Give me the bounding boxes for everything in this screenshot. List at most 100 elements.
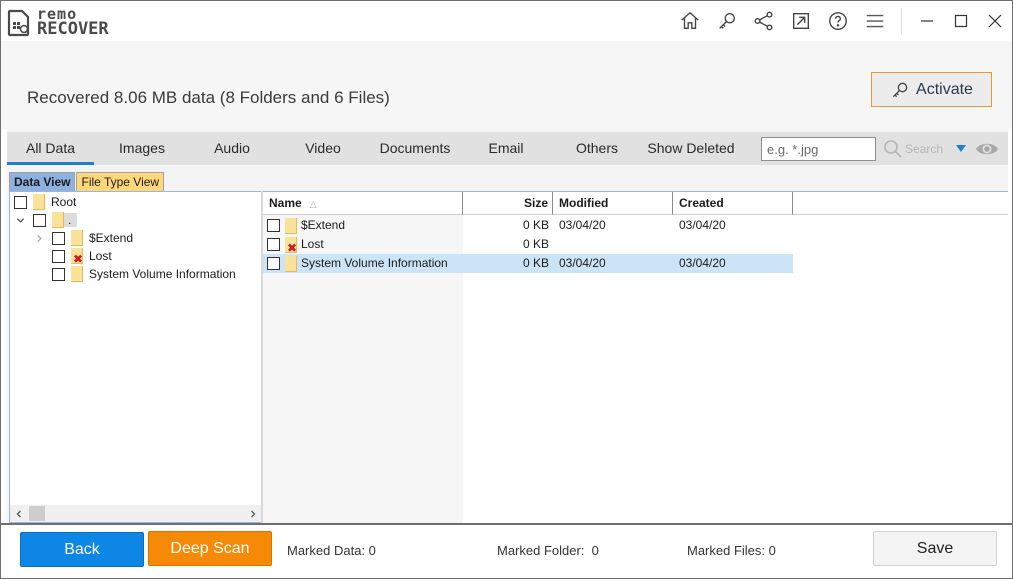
row-created: 03/04/20	[679, 256, 726, 270]
row-name: Lost	[301, 237, 324, 251]
summary-header: Recovered 8.06 MB data (8 Folders and 6 …	[1, 41, 1012, 129]
row-name: System Volume Information	[301, 256, 448, 270]
tree-item-lost[interactable]: ✖ Lost	[52, 247, 112, 265]
filter-dropdown-icon[interactable]	[956, 145, 966, 152]
tab-images[interactable]: Images	[102, 132, 182, 165]
tree-checkbox[interactable]	[52, 231, 65, 245]
marked-folder-label: Marked Folder:	[497, 543, 585, 558]
toolbar-divider	[901, 8, 902, 34]
category-tabs: All Data Images Audio Video Documents Em…	[7, 132, 1008, 165]
tree-item-label: Lost	[89, 249, 112, 263]
file-list: Name △ Size Modified Created $Extend 0 KB…	[263, 191, 1008, 523]
column-header-modified[interactable]: Modified	[553, 192, 673, 215]
tree-item-label: System Volume Information	[89, 267, 236, 281]
home-icon	[680, 11, 699, 30]
scroll-left-icon[interactable]	[10, 505, 27, 522]
tree-item-label: .	[64, 213, 78, 227]
tree-item-extend[interactable]: $Extend	[33, 229, 133, 247]
tree-checkbox[interactable]	[14, 195, 27, 209]
external-link-icon	[792, 12, 809, 30]
view-tabs: Data View File Type View	[9, 172, 165, 191]
scrollbar-thumb[interactable]	[29, 506, 45, 521]
list-row[interactable]: ✖ Lost 0 KB	[263, 235, 793, 254]
search-button[interactable]: Search	[883, 138, 943, 160]
results-panel: All Data Images Audio Video Documents Em…	[7, 129, 1008, 523]
row-checkbox[interactable]	[267, 219, 280, 232]
activate-label: Activate	[916, 80, 973, 98]
tree-item-label: Root	[51, 195, 77, 209]
marked-folder-value: 0	[591, 543, 599, 558]
tab-email[interactable]: Email	[475, 132, 537, 165]
column-header-size[interactable]: Size	[463, 192, 553, 215]
row-name: $Extend	[301, 218, 346, 232]
row-modified: 03/04/20	[559, 218, 606, 232]
folder-tree: Root . $Extend ✖ Lost System Volume Info…	[9, 191, 261, 523]
scroll-right-icon[interactable]	[244, 505, 261, 522]
eye-icon[interactable]	[975, 140, 999, 158]
tree-item-label: $Extend	[89, 231, 134, 245]
title-bar: remo RECOVER	[1, 1, 1012, 41]
row-size: 0 KB	[522, 237, 549, 251]
app-window: remo RECOVER Recovered 8.06 MB data (8 F…	[0, 0, 1013, 579]
home-button[interactable]	[671, 1, 708, 41]
tab-data-view[interactable]: Data View	[9, 172, 76, 191]
row-checkbox[interactable]	[267, 257, 280, 270]
list-row[interactable]: $Extend 0 KB 03/04/20 03/04/20	[263, 216, 793, 235]
tree-checkbox[interactable]	[52, 267, 65, 281]
back-button[interactable]: Back	[20, 532, 144, 567]
folder-icon	[71, 230, 83, 246]
sort-ascending-icon: △	[309, 199, 317, 209]
maximize-button[interactable]	[944, 1, 978, 41]
row-checkbox[interactable]	[267, 238, 280, 251]
close-button[interactable]	[978, 1, 1012, 41]
filter-input[interactable]	[761, 137, 876, 161]
deleted-folder-icon: ✖	[285, 237, 297, 254]
search-label: Search	[905, 142, 944, 156]
list-row-selected[interactable]: System Volume Information 0 KB 03/04/20 …	[263, 254, 793, 273]
tab-file-type-view[interactable]: File Type View	[76, 172, 165, 191]
folder-icon	[285, 218, 297, 234]
tab-show-deleted[interactable]: Show Deleted	[645, 132, 737, 165]
tree-item-dot[interactable]: .	[14, 211, 78, 229]
recovery-summary: Recovered 8.06 MB data (8 Folders and 6 …	[27, 88, 390, 107]
key-button[interactable]	[708, 1, 745, 41]
row-size: 0 KB	[522, 256, 549, 270]
search-icon	[884, 140, 902, 158]
footer-bar: Back Deep Scan Marked Data: 0 Marked Fol…	[1, 523, 1012, 578]
tab-documents[interactable]: Documents	[375, 132, 455, 165]
minimize-button[interactable]	[910, 1, 944, 41]
column-header-name[interactable]: Name △	[263, 192, 463, 215]
tree-item-system-volume-information[interactable]: System Volume Information	[52, 265, 236, 283]
row-created: 03/04/20	[679, 218, 726, 232]
menu-icon	[866, 14, 883, 28]
tree-item-root[interactable]: Root	[14, 193, 76, 211]
marked-files-stat: Marked Files: 0	[687, 543, 776, 558]
chevron-down-icon[interactable]	[14, 214, 26, 226]
menu-button[interactable]	[856, 1, 893, 41]
tree-checkbox[interactable]	[33, 213, 46, 227]
open-external-button[interactable]	[782, 1, 819, 41]
folder-icon	[33, 194, 45, 210]
maximize-icon	[954, 14, 968, 28]
tab-video[interactable]: Video	[287, 132, 359, 165]
help-button[interactable]	[819, 1, 856, 41]
tab-others[interactable]: Others	[562, 132, 632, 165]
share-button[interactable]	[745, 1, 782, 41]
tab-audio[interactable]: Audio	[197, 132, 267, 165]
chevron-right-icon[interactable]	[33, 232, 45, 244]
row-modified: 03/04/20	[559, 256, 606, 270]
tree-horizontal-scrollbar[interactable]	[10, 505, 261, 522]
activate-button[interactable]: Activate	[871, 72, 992, 107]
title-toolbar	[671, 1, 1012, 41]
tree-checkbox[interactable]	[52, 249, 65, 263]
app-logo: remo RECOVER	[7, 7, 109, 38]
marked-data-label: Marked Data:	[287, 543, 366, 558]
tab-all-data[interactable]: All Data	[7, 132, 94, 165]
save-button[interactable]: Save	[873, 531, 997, 566]
marked-files-value: 0	[768, 543, 776, 558]
column-header-created[interactable]: Created	[673, 192, 793, 215]
marked-data-stat: Marked Data: 0	[287, 543, 376, 558]
minimize-icon	[921, 20, 933, 22]
deep-scan-button[interactable]: Deep Scan	[148, 531, 272, 566]
marked-data-value: 0	[368, 543, 376, 558]
